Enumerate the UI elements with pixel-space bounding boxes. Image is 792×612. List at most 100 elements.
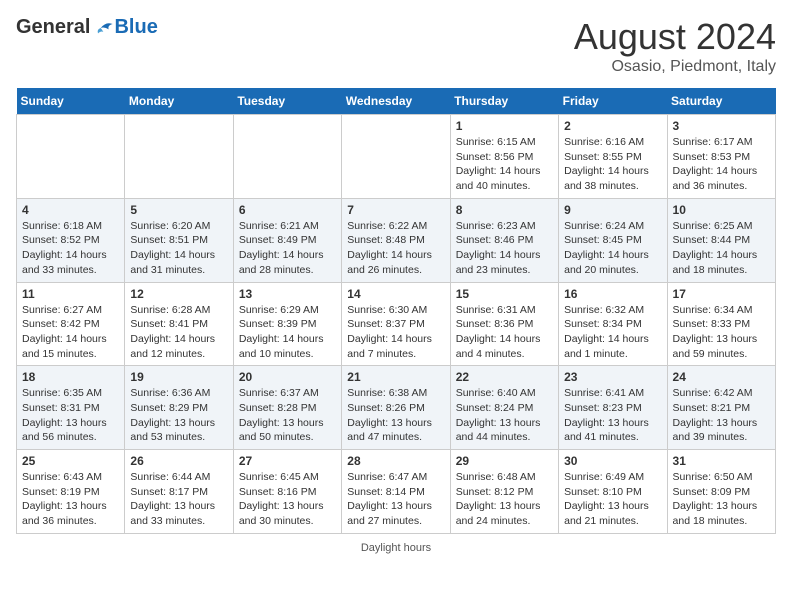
day-number: 17 [673,287,770,301]
day-info: Sunrise: 6:37 AM Sunset: 8:28 PM Dayligh… [239,386,336,445]
day-cell: 10 Sunrise: 6:25 AM Sunset: 8:44 PM Dayli… [667,198,775,282]
header-day-sunday: Sunday [17,88,125,115]
day-number: 30 [564,454,661,468]
day-info: Sunrise: 6:15 AM Sunset: 8:56 PM Dayligh… [456,135,553,194]
day-info: Sunrise: 6:21 AM Sunset: 8:49 PM Dayligh… [239,219,336,278]
week-row-1: 1 Sunrise: 6:15 AM Sunset: 8:56 PM Daylig… [17,115,776,199]
header-day-tuesday: Tuesday [233,88,341,115]
day-number: 28 [347,454,444,468]
day-number: 27 [239,454,336,468]
day-cell: 5 Sunrise: 6:20 AM Sunset: 8:51 PM Daylig… [125,198,233,282]
day-cell: 22 Sunrise: 6:40 AM Sunset: 8:24 PM Dayli… [450,366,558,450]
day-cell: 3 Sunrise: 6:17 AM Sunset: 8:53 PM Daylig… [667,115,775,199]
day-info: Sunrise: 6:24 AM Sunset: 8:45 PM Dayligh… [564,219,661,278]
day-cell: 6Sunrise: 6:21 AM Sunset: 8:49 PM Daylig… [233,198,341,282]
day-info: Sunrise: 6:18 AM Sunset: 8:52 PM Dayligh… [22,219,119,278]
logo-general: General [16,16,90,39]
day-number: 1 [456,119,553,133]
day-cell: 23 Sunrise: 6:41 AM Sunset: 8:23 PM Dayli… [559,366,667,450]
page-header: General Blue August 2024 Osasio, Piedmon… [16,16,776,76]
day-cell: 18Sunrise: 6:35 AM Sunset: 8:31 PM Dayli… [17,366,125,450]
day-cell: 29Sunrise: 6:48 AM Sunset: 8:12 PM Dayli… [450,450,558,534]
logo: General Blue [16,16,158,39]
day-number: 22 [456,370,553,384]
day-cell: 27 Sunrise: 6:45 AM Sunset: 8:16 PM Dayli… [233,450,341,534]
day-info: Sunrise: 6:30 AM Sunset: 8:37 PM Dayligh… [347,303,444,362]
day-info: Sunrise: 6:40 AM Sunset: 8:24 PM Dayligh… [456,386,553,445]
day-cell [233,115,341,199]
day-info: Sunrise: 6:29 AM Sunset: 8:39 PM Dayligh… [239,303,336,362]
day-cell: 2Sunrise: 6:16 AM Sunset: 8:55 PM Daylig… [559,115,667,199]
day-info: Sunrise: 6:49 AM Sunset: 8:10 PM Dayligh… [564,470,661,529]
day-info: Sunrise: 6:25 AM Sunset: 8:44 PM Dayligh… [673,219,770,278]
day-number: 7 [347,203,444,217]
day-info: Sunrise: 6:16 AM Sunset: 8:55 PM Dayligh… [564,135,661,194]
day-info: Sunrise: 6:38 AM Sunset: 8:26 PM Dayligh… [347,386,444,445]
day-number: 20 [239,370,336,384]
day-number: 14 [347,287,444,301]
header-day-monday: Monday [125,88,233,115]
location-subtitle: Osasio, Piedmont, Italy [574,58,776,76]
logo-bird-icon [94,18,114,38]
week-row-2: 4 Sunrise: 6:18 AM Sunset: 8:52 PM Daylig… [17,198,776,282]
day-number: 11 [22,287,119,301]
day-info: Sunrise: 6:31 AM Sunset: 8:36 PM Dayligh… [456,303,553,362]
day-info: Sunrise: 6:20 AM Sunset: 8:51 PM Dayligh… [130,219,227,278]
day-number: 8 [456,203,553,217]
day-cell: 4 Sunrise: 6:18 AM Sunset: 8:52 PM Daylig… [17,198,125,282]
day-cell: 12 Sunrise: 6:28 AM Sunset: 8:41 PM Dayli… [125,282,233,366]
day-info: Sunrise: 6:22 AM Sunset: 8:48 PM Dayligh… [347,219,444,278]
footer-note: Daylight hours [16,542,776,554]
day-number: 25 [22,454,119,468]
day-cell: 30 Sunrise: 6:49 AM Sunset: 8:10 PM Dayli… [559,450,667,534]
day-cell: 11Sunrise: 6:27 AM Sunset: 8:42 PM Dayli… [17,282,125,366]
logo-blue: Blue [114,16,157,39]
day-cell: 28 Sunrise: 6:47 AM Sunset: 8:14 PM Dayli… [342,450,450,534]
day-number: 13 [239,287,336,301]
day-info: Sunrise: 6:34 AM Sunset: 8:33 PM Dayligh… [673,303,770,362]
day-cell: 24 Sunrise: 6:42 AM Sunset: 8:21 PM Dayli… [667,366,775,450]
day-number: 23 [564,370,661,384]
day-number: 31 [673,454,770,468]
day-info: Sunrise: 6:36 AM Sunset: 8:29 PM Dayligh… [130,386,227,445]
day-info: Sunrise: 6:41 AM Sunset: 8:23 PM Dayligh… [564,386,661,445]
day-cell: 8Sunrise: 6:23 AM Sunset: 8:46 PM Daylig… [450,198,558,282]
day-cell: 21Sunrise: 6:38 AM Sunset: 8:26 PM Dayli… [342,366,450,450]
day-number: 9 [564,203,661,217]
day-number: 24 [673,370,770,384]
day-info: Sunrise: 6:48 AM Sunset: 8:12 PM Dayligh… [456,470,553,529]
day-info: Sunrise: 6:28 AM Sunset: 8:41 PM Dayligh… [130,303,227,362]
day-number: 12 [130,287,227,301]
day-number: 4 [22,203,119,217]
day-number: 26 [130,454,227,468]
day-cell: 14 Sunrise: 6:30 AM Sunset: 8:37 PM Dayli… [342,282,450,366]
day-cell: 19Sunrise: 6:36 AM Sunset: 8:29 PM Dayli… [125,366,233,450]
day-number: 16 [564,287,661,301]
day-number: 10 [673,203,770,217]
day-cell: 25 Sunrise: 6:43 AM Sunset: 8:19 PM Dayli… [17,450,125,534]
day-cell: 7 Sunrise: 6:22 AM Sunset: 8:48 PM Daylig… [342,198,450,282]
day-info: Sunrise: 6:43 AM Sunset: 8:19 PM Dayligh… [22,470,119,529]
day-info: Sunrise: 6:47 AM Sunset: 8:14 PM Dayligh… [347,470,444,529]
day-number: 18 [22,370,119,384]
week-row-5: 25 Sunrise: 6:43 AM Sunset: 8:19 PM Dayli… [17,450,776,534]
month-title: August 2024 [574,16,776,58]
header-day-thursday: Thursday [450,88,558,115]
day-cell: 1 Sunrise: 6:15 AM Sunset: 8:56 PM Daylig… [450,115,558,199]
day-info: Sunrise: 6:17 AM Sunset: 8:53 PM Dayligh… [673,135,770,194]
week-row-3: 11Sunrise: 6:27 AM Sunset: 8:42 PM Dayli… [17,282,776,366]
day-info: Sunrise: 6:45 AM Sunset: 8:16 PM Dayligh… [239,470,336,529]
day-number: 5 [130,203,227,217]
day-cell [125,115,233,199]
day-info: Sunrise: 6:42 AM Sunset: 8:21 PM Dayligh… [673,386,770,445]
day-info: Sunrise: 6:44 AM Sunset: 8:17 PM Dayligh… [130,470,227,529]
day-number: 3 [673,119,770,133]
calendar-table: SundayMondayTuesdayWednesdayThursdayFrid… [16,88,776,534]
day-cell [342,115,450,199]
day-cell: 31Sunrise: 6:50 AM Sunset: 8:09 PM Dayli… [667,450,775,534]
day-cell: 16Sunrise: 6:32 AM Sunset: 8:34 PM Dayli… [559,282,667,366]
day-cell: 20 Sunrise: 6:37 AM Sunset: 8:28 PM Dayli… [233,366,341,450]
week-row-4: 18Sunrise: 6:35 AM Sunset: 8:31 PM Dayli… [17,366,776,450]
title-section: August 2024 Osasio, Piedmont, Italy [574,16,776,76]
header-day-saturday: Saturday [667,88,775,115]
